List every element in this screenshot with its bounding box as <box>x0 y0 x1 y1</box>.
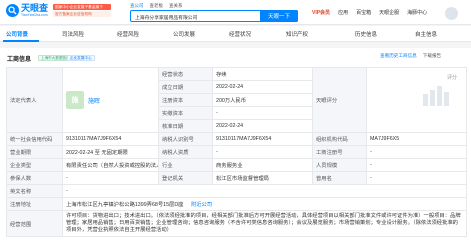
taxpayer-value: - <box>212 145 313 159</box>
capital-value: 200万人民币 <box>212 93 313 107</box>
nearby-companies-link[interactable]: 附近公司 <box>191 202 212 208</box>
address-value: 上海市松江区九亭镇沪松公路1399弄68号15层D座 <box>66 202 184 208</box>
search-button-label: 天眼一下 <box>267 14 290 20</box>
approve-date-value: 2022-02-24 <box>212 119 313 133</box>
tax-id-label: 纳税人识别号 <box>158 132 213 146</box>
industry-label: 行业 <box>158 158 213 172</box>
industry-value: 商务服务业 <box>212 158 313 172</box>
org-code-value: MA7J9F6X5 <box>366 132 467 146</box>
company-type-value: 有限责任公司（自然人投资或控股的法人独资） <box>62 158 159 172</box>
legal-rep-cell: 施 施晖 <box>62 67 159 133</box>
promo-line-1: 国家中小企业发展子基金旗下 <box>53 4 111 10</box>
tab-intellectual-property[interactable]: 知识产权 <box>286 30 308 38</box>
authority-label: 登记机关 <box>158 171 213 185</box>
tab-company-development[interactable]: 公司发展 <box>173 30 195 38</box>
logo-cn-text: 天眼查 <box>21 3 49 13</box>
tab-operation-risk[interactable]: 经营风险 <box>117 30 139 38</box>
tab-company-background[interactable]: 公司背景 <box>6 30 28 38</box>
insured-value: - <box>62 171 159 185</box>
promo-banner[interactable]: 国家中小企业发展子基金旗下 官方备案企业征信机构 <box>53 4 111 17</box>
vip-link[interactable]: VIP会员 <box>312 9 330 16</box>
tax-id-value: 91310117MA7J9F6X54 <box>212 132 313 146</box>
legal-rep-name[interactable]: 施晖 <box>88 96 100 105</box>
rating-label: 天眼评分 <box>312 67 367 133</box>
site-logo[interactable]: 天眼查 TianYanCha.com <box>6 4 48 17</box>
capital-label: 注册资本 <box>158 93 213 107</box>
former-name-label: 曾用名 <box>312 171 367 185</box>
section-actions: 查看历史工商信息 下载报告 <box>380 53 441 59</box>
search-tab-boss[interactable]: 查老板 <box>150 3 164 9</box>
search-tab-relation[interactable]: 查关系 <box>169 3 183 9</box>
tab-self-info[interactable]: 自主信息 <box>415 30 437 38</box>
paid-capital-value: - <box>212 106 313 120</box>
paid-capital-label: 实缴资本 <box>158 106 213 120</box>
former-name-value: - <box>366 171 467 185</box>
company-nav: 公司背景 司法风险 经营风险 公司发展 经营状况 知识产权 历史信息 自主信息 <box>0 26 471 42</box>
credit-code-value: 91310117MA7J9F6X54 <box>62 132 159 146</box>
reg-no-label: 工商注册号 <box>312 145 367 159</box>
history-info-link[interactable]: 查看历史工商信息 <box>380 53 417 59</box>
insured-label: 参保人数 <box>6 171 63 185</box>
center-tag[interactable]: 企业发展中心 <box>67 55 95 61</box>
score-label: 评分 <box>446 75 457 81</box>
score-gauge-icon <box>423 86 449 106</box>
rating-cell: 评分 <box>366 67 467 133</box>
apps-link[interactable]: 应用 <box>338 9 348 16</box>
term-value: 2022-02-24 至 无固定期限 <box>62 145 159 159</box>
section-title: 工商信息 <box>7 57 32 63</box>
search-input-value: 上海舟分享家居用品有限公司 <box>135 16 198 21</box>
english-name-label: 英文名称 <box>6 184 63 198</box>
company-type-label: 企业类型 <box>6 158 63 172</box>
search-button[interactable]: 天眼一下 <box>260 10 298 22</box>
tab-operating-status[interactable]: 经营状况 <box>229 30 251 38</box>
status-label: 经营状态 <box>158 67 213 81</box>
logo-en-text: TianYanCha.com <box>21 13 48 17</box>
toolbox-link[interactable]: 百宝箱 <box>356 9 371 16</box>
staff-size-value: - <box>366 158 467 172</box>
address-label: 注册地址 <box>6 197 63 211</box>
tab-history[interactable]: 历史信息 <box>355 30 377 38</box>
status-value: 存续 <box>212 67 313 81</box>
address-cell: 上海市松江区九亭镇沪松公路1399弄68号15层D座 附近公司 <box>62 197 467 211</box>
top-header: 天眼查 TianYanCha.com 国家中小企业发展子基金旗下 官方备案企业征… <box>0 0 471 25</box>
promo-line-2: 官方备案企业征信机构 <box>53 11 111 17</box>
business-info-section: 工商信息 上海市大数据信用有限公司 企业发展中心 查看历史工商信息 下载报告 法… <box>0 48 471 240</box>
download-report-link[interactable]: 下载报告 <box>423 53 441 59</box>
business-info-table: 法定代表人 施 施晖 经营状态 存续 天眼评分 评分 成立日期 2022-02-… <box>6 67 467 237</box>
services-link[interactable]: 天眼企服 <box>379 9 399 16</box>
user-avatar[interactable] <box>445 7 458 20</box>
approve-date-label: 核准日期 <box>158 119 213 133</box>
reg-no-value: - <box>366 145 467 159</box>
business-scope-value: 许可项目：货物进出口；技术进出口。（依法须经批准的项目，经相关部门批准后方可开展… <box>62 210 467 237</box>
staff-size-label: 人员规模 <box>312 158 367 172</box>
header-links: VIP会员 应用 百宝箱 天眼企服 海豚中心 <box>312 9 427 16</box>
search-type-tabs: 查公司 查老板 查关系 <box>130 3 183 9</box>
authority-value: 松江区市场监督管理局 <box>212 171 313 185</box>
founded-label: 成立日期 <box>158 80 213 94</box>
english-name-value: - <box>62 184 467 198</box>
legal-rep-label: 法定代表人 <box>6 67 63 133</box>
term-label: 营业期限 <box>6 145 63 159</box>
legal-rep-avatar: 施 <box>66 91 84 109</box>
logo-icon <box>6 4 19 17</box>
tab-judicial-risk[interactable]: 司法风险 <box>62 30 84 38</box>
credit-code-label: 统一社会信用代码 <box>6 132 63 146</box>
org-code-label: 组织机构代码 <box>312 132 367 146</box>
dolphin-link[interactable]: 海豚中心 <box>407 9 427 16</box>
scope-label: 经营范围 <box>6 210 63 237</box>
search-tab-company[interactable]: 查公司 <box>130 3 144 9</box>
active-tab-indicator <box>3 40 39 42</box>
founded-value: 2022-02-24 <box>212 80 313 94</box>
taxpayer-label: 纳税人资质 <box>158 145 213 159</box>
